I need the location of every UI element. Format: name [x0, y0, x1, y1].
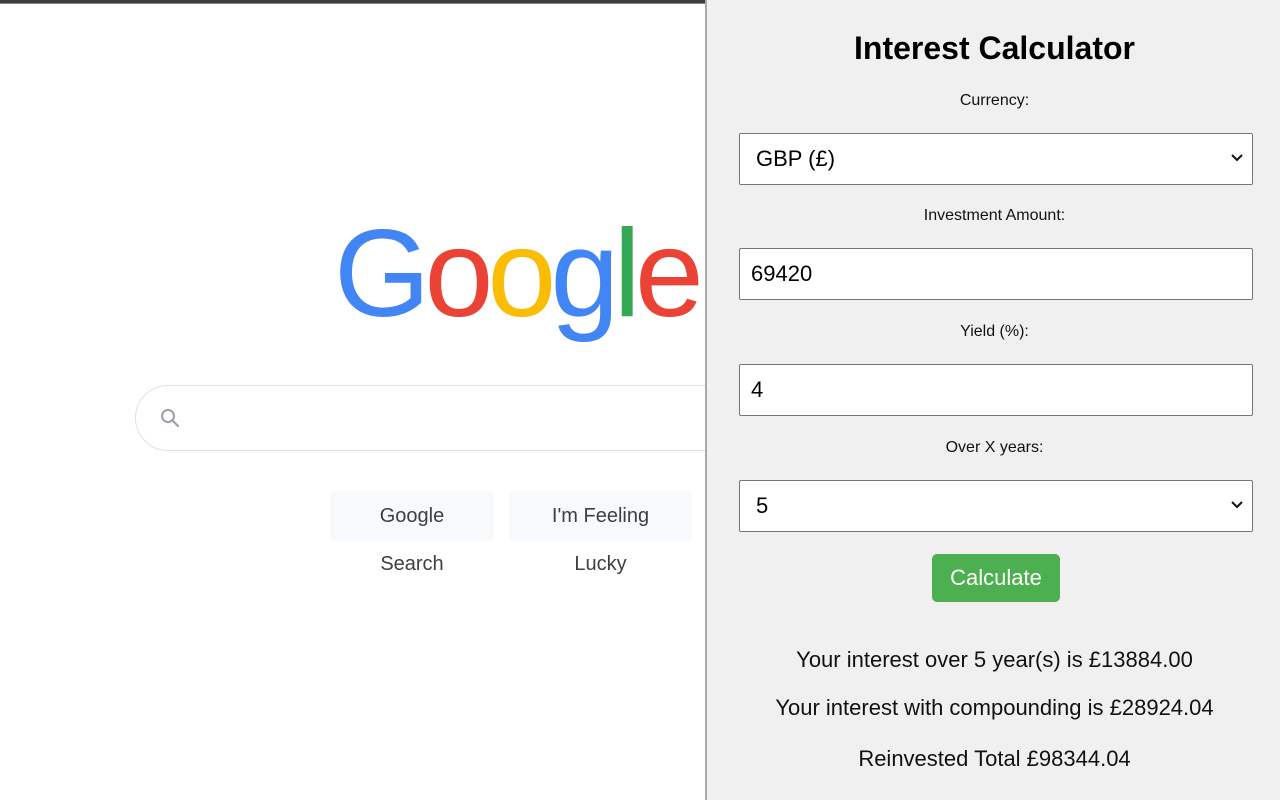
investment-amount-value: 69420: [751, 261, 813, 286]
logo-letter: e: [634, 205, 704, 343]
google-search-button[interactable]: Google Search: [330, 491, 494, 575]
investment-amount-label: Investment Amount:: [923, 207, 1066, 224]
years-label: Over X years:: [945, 439, 1044, 456]
search-icon: [161, 409, 180, 428]
google-homepage: Google Google Search I'm Feeling Lucky: [0, 4, 775, 800]
currency-select[interactable]: GBP (£): [739, 133, 1253, 185]
logo-letter: G: [334, 205, 430, 343]
logo-letter: o: [424, 205, 493, 343]
compound-interest-result: Your interest with compounding is £28924…: [775, 695, 1214, 720]
yield-input[interactable]: 4: [739, 364, 1253, 416]
reinvested-total-result: Reinvested Total £98344.04: [858, 746, 1131, 771]
google-logo: Google: [334, 205, 704, 343]
google-search-box[interactable]: [135, 385, 775, 451]
currency-select-value: GBP (£): [756, 146, 836, 171]
google-search-input[interactable]: [196, 396, 756, 440]
years-select-value: 5: [756, 493, 769, 518]
chevron-down-icon: [1231, 154, 1243, 162]
feeling-lucky-button[interactable]: I'm Feeling Lucky: [509, 491, 692, 575]
chevron-down-icon: [1231, 501, 1243, 509]
simple-interest-result: Your interest over 5 year(s) is £13884.0…: [796, 647, 1193, 672]
calculator-title: Interest Calculator: [854, 30, 1135, 66]
logo-letter: g: [550, 205, 619, 343]
logo-letter: l: [613, 205, 640, 343]
currency-label: Currency:: [959, 92, 1030, 109]
years-select[interactable]: 5: [739, 480, 1253, 532]
yield-value: 4: [751, 377, 764, 402]
interest-calculator-panel: Interest Calculator Currency: GBP (£) In…: [705, 0, 1280, 800]
investment-amount-input[interactable]: 69420: [739, 248, 1253, 300]
calculate-button[interactable]: Calculate: [932, 554, 1060, 602]
logo-letter: o: [487, 205, 556, 343]
yield-label: Yield (%):: [960, 323, 1029, 340]
